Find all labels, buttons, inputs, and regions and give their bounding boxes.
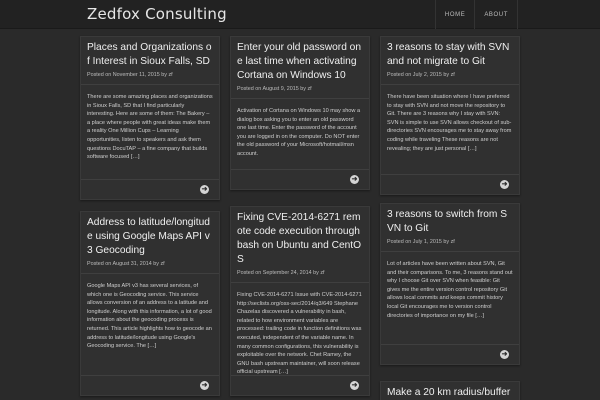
post-footer: ➜ [381, 344, 519, 364]
post-date[interactable]: August 31, 2014 [112, 261, 151, 267]
post-title[interactable]: 3 reasons to switch from SVN to Git [381, 204, 519, 236]
post-excerpt: Google Maps API v3 has several services,… [87, 283, 212, 350]
post-title[interactable]: Fixing CVE-2014-6271 remote code executi… [231, 207, 369, 267]
post-author[interactable]: zf [451, 72, 455, 78]
nav-item-about[interactable]: ABOUT [474, 0, 518, 29]
post-card: Places and Organizations of Interest in … [80, 36, 220, 200]
post-date[interactable]: November 11, 2015 [113, 72, 160, 78]
post-excerpt: Lot of articles have been written about … [387, 261, 513, 319]
arrow-circle-right-icon[interactable]: ➜ [200, 381, 209, 390]
main-nav: HOME ABOUT [434, 0, 518, 29]
post-title[interactable]: Make a 20 km radius/buffer around [381, 382, 519, 400]
arrow-circle-right-icon[interactable]: ➜ [500, 180, 509, 189]
post-meta: Posted on November 11, 2015 by zf [87, 72, 173, 78]
post-excerpt: There have been situation where I have p… [387, 94, 512, 152]
post-author[interactable]: zf [451, 239, 455, 245]
arrow-circle-right-icon[interactable]: ➜ [350, 175, 359, 184]
post-date[interactable]: July 2, 2015 [413, 72, 442, 78]
post-card: Fixing CVE-2014-6271 remote code executi… [230, 206, 370, 396]
post-footer: ➜ [231, 169, 369, 189]
post-footer: ➜ [81, 179, 219, 199]
post-meta: Posted on September 24, 2014 by zf [237, 270, 325, 276]
post-date[interactable]: August 9, 2015 [262, 86, 298, 92]
post-title[interactable]: 3 reasons to stay with SVN and not migra… [381, 37, 519, 69]
post-title[interactable]: Enter your old password one last time wh… [231, 37, 369, 83]
post-meta: Posted on August 9, 2015 by zf [237, 86, 312, 92]
post-author[interactable]: zf [320, 270, 324, 276]
post-author[interactable]: zf [307, 86, 311, 92]
post-card: 3 reasons to switch from SVN to Git Post… [380, 203, 520, 365]
post-title[interactable]: Places and Organizations of Interest in … [81, 37, 219, 69]
post-footer: ➜ [231, 375, 369, 395]
post-card: 3 reasons to stay with SVN and not migra… [380, 36, 520, 195]
post-excerpt: Fixing CVE-2014-6271 Issue with CVE-2014… [237, 292, 362, 376]
nav-item-home[interactable]: HOME [434, 0, 474, 29]
post-title[interactable]: Address to latitude/longitude using Goog… [81, 212, 219, 258]
arrow-circle-right-icon[interactable]: ➜ [350, 381, 359, 390]
post-meta: Posted on July 1, 2015 by zf [387, 239, 455, 245]
post-card: Enter your old password one last time wh… [230, 36, 370, 190]
post-date[interactable]: September 24, 2014 [263, 270, 312, 276]
post-card: Make a 20 km radius/buffer around [380, 381, 520, 400]
post-meta: Posted on August 31, 2014 by zf [87, 261, 165, 267]
post-author[interactable]: zf [168, 72, 172, 78]
post-excerpt: There are some amazing places and organi… [87, 94, 213, 161]
post-footer: ➜ [81, 375, 219, 395]
post-meta: Posted on July 2, 2015 by zf [387, 72, 455, 78]
site-title[interactable]: Zedfox Consulting [87, 5, 227, 23]
post-date[interactable]: July 1, 2015 [413, 239, 442, 245]
post-card: Address to latitude/longitude using Goog… [80, 211, 220, 396]
arrow-circle-right-icon[interactable]: ➜ [500, 350, 509, 359]
site-header: Zedfox Consulting HOME ABOUT [0, 0, 600, 29]
post-excerpt: Activation of Cortana on Windows 10 may … [237, 108, 361, 157]
post-author[interactable]: zf [160, 261, 164, 267]
arrow-circle-right-icon[interactable]: ➜ [200, 185, 209, 194]
post-footer: ➜ [381, 174, 519, 194]
